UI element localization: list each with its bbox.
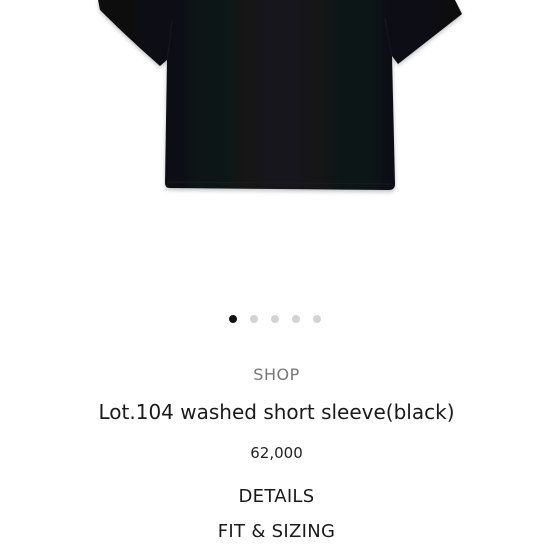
product-price: 62,000 <box>250 444 303 462</box>
carousel-dot-5[interactable] <box>312 315 321 323</box>
carousel-dot-3[interactable] <box>270 315 279 323</box>
carousel-dots <box>0 314 551 324</box>
carousel-dot-4[interactable] <box>291 315 300 323</box>
product-image[interactable] <box>0 0 553 290</box>
category-label[interactable]: SHOP <box>0 365 553 384</box>
fit-sizing-link[interactable]: FIT & SIZING <box>0 521 553 542</box>
details-link[interactable]: DETAILS <box>0 486 553 507</box>
product-title: Lot.104 washed short sleeve(black) <box>98 400 455 424</box>
carousel-dot-1[interactable] <box>228 315 237 323</box>
carousel-dot-2[interactable] <box>249 315 258 323</box>
tshirt-image <box>98 0 462 190</box>
